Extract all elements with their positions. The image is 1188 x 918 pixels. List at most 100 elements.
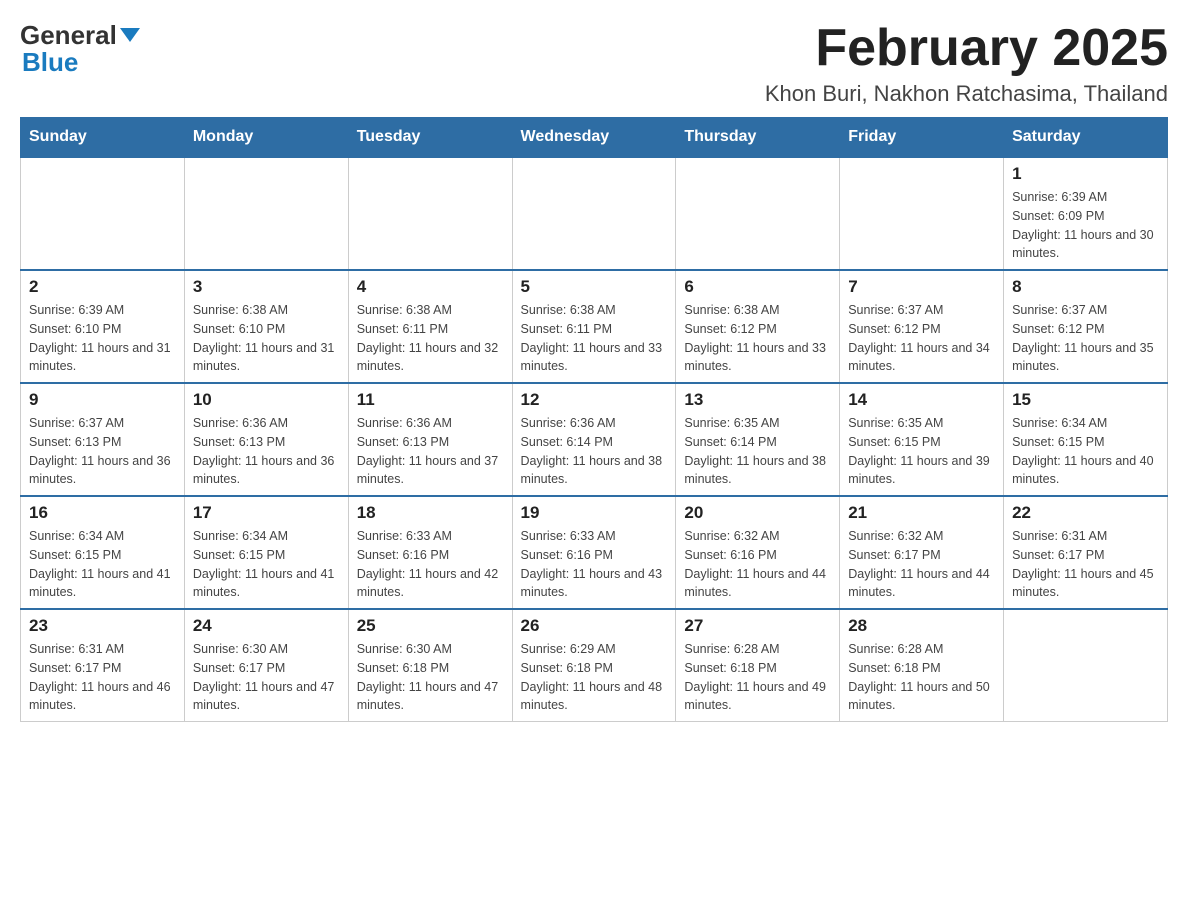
day-info: Sunrise: 6:38 AM Sunset: 6:10 PM Dayligh…: [193, 301, 340, 376]
day-info: Sunrise: 6:35 AM Sunset: 6:14 PM Dayligh…: [684, 414, 831, 489]
day-number: 25: [357, 616, 504, 636]
calendar-cell: [676, 157, 840, 270]
day-number: 16: [29, 503, 176, 523]
calendar-cell: 8 Sunrise: 6:37 AM Sunset: 6:12 PM Daylig…: [1004, 270, 1168, 383]
day-info: Sunrise: 6:39 AM Sunset: 6:10 PM Dayligh…: [29, 301, 176, 376]
calendar-cell: 21Sunrise: 6:32 AM Sunset: 6:17 PM Dayli…: [840, 496, 1004, 609]
calendar-cell: 6 Sunrise: 6:38 AM Sunset: 6:12 PM Daylig…: [676, 270, 840, 383]
calendar-cell: [348, 157, 512, 270]
day-info: Sunrise: 6:28 AM Sunset: 6:18 PM Dayligh…: [684, 640, 831, 715]
week-row-3: 9 Sunrise: 6:37 AM Sunset: 6:13 PM Daylig…: [21, 383, 1168, 496]
day-info: Sunrise: 6:38 AM Sunset: 6:11 PM Dayligh…: [357, 301, 504, 376]
calendar-cell: 22 Sunrise: 6:31 AM Sunset: 6:17 PM Dayli…: [1004, 496, 1168, 609]
calendar-cell: 2 Sunrise: 6:39 AM Sunset: 6:10 PM Daylig…: [21, 270, 185, 383]
week-row-1: 1Sunrise: 6:39 AM Sunset: 6:09 PM Daylig…: [21, 157, 1168, 270]
day-number: 14: [848, 390, 995, 410]
calendar-cell: 11 Sunrise: 6:36 AM Sunset: 6:13 PM Dayli…: [348, 383, 512, 496]
day-number: 3: [193, 277, 340, 297]
weekday-header-thursday: Thursday: [676, 118, 840, 158]
weekday-header-row: SundayMondayTuesdayWednesdayThursdayFrid…: [21, 118, 1168, 158]
calendar-cell: 25 Sunrise: 6:30 AM Sunset: 6:18 PM Dayli…: [348, 609, 512, 722]
week-row-2: 2 Sunrise: 6:39 AM Sunset: 6:10 PM Daylig…: [21, 270, 1168, 383]
calendar-cell: 14 Sunrise: 6:35 AM Sunset: 6:15 PM Dayli…: [840, 383, 1004, 496]
calendar-cell: 20 Sunrise: 6:32 AM Sunset: 6:16 PM Dayli…: [676, 496, 840, 609]
calendar-cell: 4Sunrise: 6:38 AM Sunset: 6:11 PM Daylig…: [348, 270, 512, 383]
day-info: Sunrise: 6:29 AM Sunset: 6:18 PM Dayligh…: [521, 640, 668, 715]
day-info: Sunrise: 6:32 AM Sunset: 6:16 PM Dayligh…: [684, 527, 831, 602]
day-info: Sunrise: 6:30 AM Sunset: 6:17 PM Dayligh…: [193, 640, 340, 715]
logo-arrow-icon: [120, 28, 140, 42]
weekday-header-sunday: Sunday: [21, 118, 185, 158]
calendar-cell: 24 Sunrise: 6:30 AM Sunset: 6:17 PM Dayli…: [184, 609, 348, 722]
day-number: 11: [357, 390, 504, 410]
day-number: 26: [521, 616, 668, 636]
weekday-header-saturday: Saturday: [1004, 118, 1168, 158]
day-info: Sunrise: 6:37 AM Sunset: 6:12 PM Dayligh…: [1012, 301, 1159, 376]
day-number: 21: [848, 503, 995, 523]
calendar-cell: 18 Sunrise: 6:33 AM Sunset: 6:16 PM Dayli…: [348, 496, 512, 609]
day-number: 5: [521, 277, 668, 297]
calendar-cell: 17 Sunrise: 6:34 AM Sunset: 6:15 PM Dayli…: [184, 496, 348, 609]
day-number: 17: [193, 503, 340, 523]
day-number: 6: [684, 277, 831, 297]
day-number: 12: [521, 390, 668, 410]
day-info: Sunrise: 6:28 AM Sunset: 6:18 PM Dayligh…: [848, 640, 995, 715]
day-info: Sunrise: 6:31 AM Sunset: 6:17 PM Dayligh…: [1012, 527, 1159, 602]
calendar-cell: 13 Sunrise: 6:35 AM Sunset: 6:14 PM Dayli…: [676, 383, 840, 496]
day-number: 2: [29, 277, 176, 297]
day-number: 10: [193, 390, 340, 410]
day-info: Sunrise: 6:33 AM Sunset: 6:16 PM Dayligh…: [521, 527, 668, 602]
calendar-cell: 12 Sunrise: 6:36 AM Sunset: 6:14 PM Dayli…: [512, 383, 676, 496]
calendar-table: SundayMondayTuesdayWednesdayThursdayFrid…: [20, 117, 1168, 722]
day-info: Sunrise: 6:30 AM Sunset: 6:18 PM Dayligh…: [357, 640, 504, 715]
location-subtitle: Khon Buri, Nakhon Ratchasima, Thailand: [765, 81, 1168, 107]
day-number: 13: [684, 390, 831, 410]
day-number: 22: [1012, 503, 1159, 523]
calendar-cell: 7Sunrise: 6:37 AM Sunset: 6:12 PM Daylig…: [840, 270, 1004, 383]
day-number: 15: [1012, 390, 1159, 410]
calendar-cell: [840, 157, 1004, 270]
title-block: February 2025 Khon Buri, Nakhon Ratchasi…: [765, 20, 1168, 107]
day-info: Sunrise: 6:31 AM Sunset: 6:17 PM Dayligh…: [29, 640, 176, 715]
calendar-cell: 1Sunrise: 6:39 AM Sunset: 6:09 PM Daylig…: [1004, 157, 1168, 270]
day-info: Sunrise: 6:35 AM Sunset: 6:15 PM Dayligh…: [848, 414, 995, 489]
day-number: 24: [193, 616, 340, 636]
calendar-cell: [184, 157, 348, 270]
calendar-cell: [1004, 609, 1168, 722]
day-info: Sunrise: 6:38 AM Sunset: 6:11 PM Dayligh…: [521, 301, 668, 376]
logo: General Blue: [20, 20, 140, 78]
calendar-cell: 26 Sunrise: 6:29 AM Sunset: 6:18 PM Dayli…: [512, 609, 676, 722]
calendar-cell: 5 Sunrise: 6:38 AM Sunset: 6:11 PM Daylig…: [512, 270, 676, 383]
calendar-cell: 3 Sunrise: 6:38 AM Sunset: 6:10 PM Daylig…: [184, 270, 348, 383]
month-year-title: February 2025: [765, 20, 1168, 77]
day-number: 19: [521, 503, 668, 523]
logo-blue-text: Blue: [22, 47, 78, 78]
weekday-header-friday: Friday: [840, 118, 1004, 158]
day-info: Sunrise: 6:36 AM Sunset: 6:14 PM Dayligh…: [521, 414, 668, 489]
day-info: Sunrise: 6:34 AM Sunset: 6:15 PM Dayligh…: [1012, 414, 1159, 489]
calendar-cell: 15 Sunrise: 6:34 AM Sunset: 6:15 PM Dayli…: [1004, 383, 1168, 496]
weekday-header-tuesday: Tuesday: [348, 118, 512, 158]
day-number: 20: [684, 503, 831, 523]
day-info: Sunrise: 6:36 AM Sunset: 6:13 PM Dayligh…: [357, 414, 504, 489]
calendar-cell: 9 Sunrise: 6:37 AM Sunset: 6:13 PM Daylig…: [21, 383, 185, 496]
calendar-cell: [21, 157, 185, 270]
calendar-cell: [512, 157, 676, 270]
day-number: 27: [684, 616, 831, 636]
day-info: Sunrise: 6:36 AM Sunset: 6:13 PM Dayligh…: [193, 414, 340, 489]
calendar-cell: 19 Sunrise: 6:33 AM Sunset: 6:16 PM Dayli…: [512, 496, 676, 609]
day-info: Sunrise: 6:37 AM Sunset: 6:12 PM Dayligh…: [848, 301, 995, 376]
day-number: 9: [29, 390, 176, 410]
day-number: 18: [357, 503, 504, 523]
day-info: Sunrise: 6:37 AM Sunset: 6:13 PM Dayligh…: [29, 414, 176, 489]
weekday-header-monday: Monday: [184, 118, 348, 158]
day-info: Sunrise: 6:34 AM Sunset: 6:15 PM Dayligh…: [193, 527, 340, 602]
day-info: Sunrise: 6:38 AM Sunset: 6:12 PM Dayligh…: [684, 301, 831, 376]
day-info: Sunrise: 6:34 AM Sunset: 6:15 PM Dayligh…: [29, 527, 176, 602]
calendar-cell: 27 Sunrise: 6:28 AM Sunset: 6:18 PM Dayli…: [676, 609, 840, 722]
weekday-header-wednesday: Wednesday: [512, 118, 676, 158]
day-info: Sunrise: 6:33 AM Sunset: 6:16 PM Dayligh…: [357, 527, 504, 602]
day-number: 8: [1012, 277, 1159, 297]
calendar-cell: 23Sunrise: 6:31 AM Sunset: 6:17 PM Dayli…: [21, 609, 185, 722]
week-row-5: 23Sunrise: 6:31 AM Sunset: 6:17 PM Dayli…: [21, 609, 1168, 722]
